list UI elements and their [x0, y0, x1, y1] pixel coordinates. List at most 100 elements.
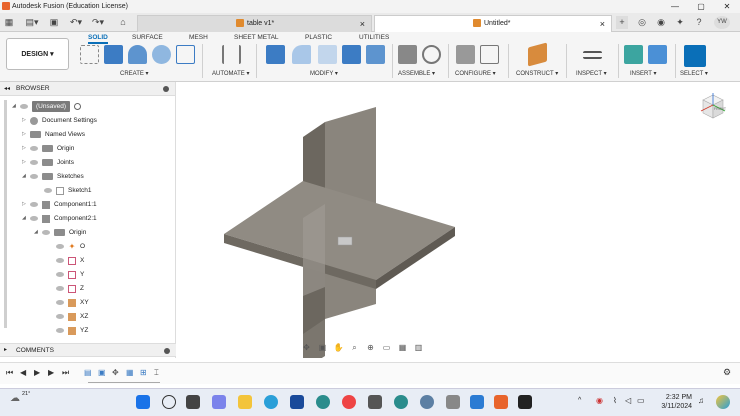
tab-solid[interactable]: SOLID — [88, 34, 108, 44]
canvas-viewport[interactable] — [177, 82, 740, 370]
visibility-icon[interactable] — [56, 272, 64, 277]
minimize-button[interactable]: — — [662, 0, 688, 13]
undo-icon[interactable]: ↶▾ — [68, 16, 84, 29]
zoom-icon[interactable]: ⌕ — [348, 343, 361, 353]
list-item[interactable]: ▷ Component1:1 — [22, 199, 97, 210]
panel-pin-icon[interactable] — [164, 348, 170, 354]
workspace-switcher[interactable]: DESIGN ▾ — [6, 38, 69, 70]
visibility-icon[interactable] — [56, 328, 64, 333]
visibility-icon[interactable] — [30, 216, 38, 221]
timeline-joint-icon[interactable]: ⊞ — [140, 368, 147, 377]
play-icon[interactable]: ▶ — [34, 368, 40, 377]
timeline-move-icon[interactable]: ✥ — [112, 368, 119, 377]
tab-utilities[interactable]: UTILITIES — [359, 34, 389, 41]
list-item[interactable]: YZ — [56, 325, 88, 336]
revolve-icon[interactable] — [128, 45, 147, 64]
new-component-icon[interactable] — [398, 45, 417, 64]
help-icon[interactable]: ? — [693, 16, 705, 29]
copilot-icon[interactable] — [716, 395, 730, 409]
visibility-icon[interactable] — [56, 244, 64, 249]
combine-icon[interactable] — [342, 45, 361, 64]
press-pull-icon[interactable] — [266, 45, 285, 64]
file-explorer-icon[interactable] — [238, 395, 252, 409]
inspect-group-label[interactable]: INSPECT ▾ — [576, 70, 607, 77]
expand-comments-icon[interactable]: ▸ — [4, 344, 7, 357]
insert-image-icon[interactable] — [648, 45, 667, 64]
pattern-icon[interactable] — [176, 45, 195, 64]
visibility-icon[interactable] — [44, 188, 52, 193]
assemble-group-label[interactable]: ASSEMBLE ▾ — [398, 70, 435, 77]
notification-bell-icon[interactable]: ♫ — [698, 396, 704, 405]
expand-toggle[interactable]: ◢ — [12, 101, 20, 112]
next-step-icon[interactable]: ▶ — [48, 368, 54, 377]
select-icon[interactable] — [684, 45, 706, 67]
task-view-icon[interactable] — [186, 395, 200, 409]
timeline-component-icon[interactable]: ▦ — [126, 368, 134, 377]
configure-icon[interactable] — [456, 45, 475, 64]
inkscape-icon[interactable] — [368, 395, 382, 409]
select-group-label[interactable]: SELECT ▾ — [680, 70, 708, 77]
visibility-icon[interactable] — [56, 314, 64, 319]
home-icon[interactable]: ⌂ — [117, 16, 129, 29]
activate-radio-icon[interactable] — [73, 103, 81, 110]
list-item[interactable]: ◢ Origin — [34, 227, 86, 238]
comments-panel[interactable]: ▸ COMMENTS — [0, 343, 176, 357]
previous-step-icon[interactable]: ◀ — [20, 368, 26, 377]
timeline-sketch-icon[interactable]: ▤ — [84, 368, 92, 377]
tab-plastic[interactable]: PLASTIC — [305, 34, 332, 41]
list-item[interactable]: X — [56, 255, 84, 266]
construct-group-label[interactable]: CONSTRUCT ▾ — [516, 70, 558, 77]
extensions-icon[interactable]: ◎ — [636, 16, 648, 29]
hole-icon[interactable] — [152, 45, 171, 64]
viewcube[interactable]: FRONT — [697, 91, 727, 121]
app-icon[interactable] — [316, 395, 330, 409]
visibility-icon[interactable] — [20, 104, 28, 109]
orbit-icon[interactable]: ✥ — [300, 343, 313, 353]
extrude-icon[interactable] — [104, 45, 123, 64]
wifi-icon[interactable]: ⌇ — [613, 396, 617, 405]
fusion-taskbar-icon[interactable] — [494, 395, 508, 409]
automate-group-label[interactable]: AUTOMATE ▾ — [212, 70, 249, 77]
close-tab-icon[interactable]: × — [600, 16, 605, 32]
timeline-marker-icon[interactable]: ⌶ — [154, 368, 159, 378]
tab-untitled[interactable]: Untitled* × — [374, 15, 612, 32]
list-item[interactable]: Sketch1 — [44, 185, 92, 196]
table-icon[interactable] — [480, 45, 499, 64]
list-item[interactable]: ◢ Component2:1 — [22, 213, 97, 224]
maximize-button[interactable]: ▢ — [688, 0, 714, 13]
notifications-icon[interactable]: ✦ — [674, 16, 686, 29]
store-icon[interactable] — [290, 395, 304, 409]
visibility-icon[interactable] — [56, 286, 64, 291]
job-status-icon[interactable]: ◉ — [655, 16, 667, 29]
browser-header[interactable]: ◂◂ BROWSER — [0, 82, 175, 96]
last-step-icon[interactable]: ⏭ — [62, 368, 69, 378]
timeline-settings-icon[interactable]: ⚙ — [723, 367, 731, 378]
list-item[interactable]: XY — [56, 297, 89, 308]
automate-icon[interactable] — [222, 45, 241, 64]
chamfer-icon[interactable] — [318, 45, 337, 64]
list-item[interactable]: ▷ Document Settings — [22, 115, 97, 126]
redo-icon[interactable]: ↷▾ — [90, 16, 106, 29]
tab-surface[interactable]: SURFACE — [132, 34, 163, 41]
visibility-icon[interactable] — [30, 174, 38, 179]
joint-icon[interactable] — [422, 45, 441, 64]
visibility-icon[interactable] — [56, 258, 64, 263]
new-tab-icon[interactable]: + — [616, 16, 628, 29]
search-icon[interactable] — [162, 395, 176, 409]
terminal-icon[interactable] — [518, 395, 532, 409]
teams-icon[interactable] — [212, 395, 226, 409]
visibility-icon[interactable] — [30, 202, 38, 207]
arduino-icon[interactable] — [394, 395, 408, 409]
first-step-icon[interactable]: ⏮ — [6, 368, 13, 378]
pan-icon[interactable]: ✋ — [332, 343, 345, 353]
antivirus-icon[interactable]: ◉ — [596, 396, 603, 405]
list-item[interactable]: XZ — [56, 311, 88, 322]
fillet-icon[interactable] — [292, 45, 311, 64]
save-icon[interactable]: ▣ — [48, 16, 60, 29]
timeline-extrude-icon[interactable]: ▣ — [98, 368, 106, 377]
tab-table-v1[interactable]: table v1* × — [137, 15, 372, 32]
create-group-label[interactable]: CREATE ▾ — [120, 70, 149, 77]
joint-marker-icon[interactable] — [337, 236, 353, 246]
zoom-window-icon[interactable]: ⊕ — [364, 343, 377, 353]
app-grid-icon[interactable]: ▦ — [3, 16, 15, 29]
